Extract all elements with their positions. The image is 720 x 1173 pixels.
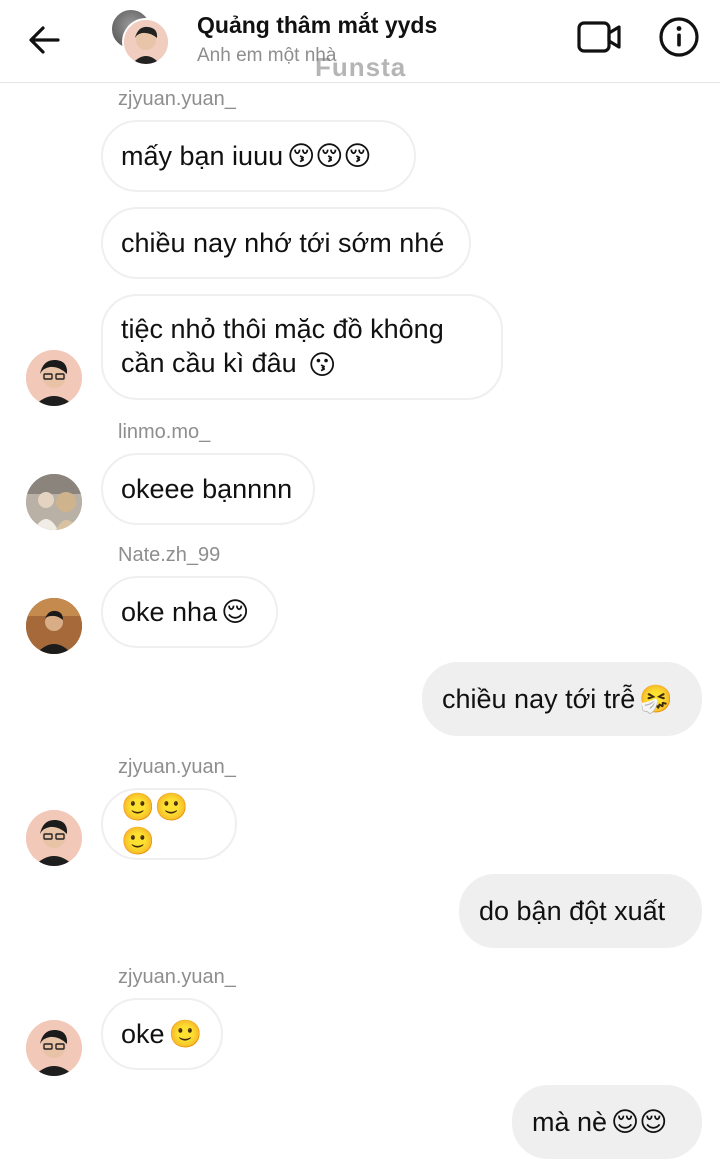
video-call-icon — [577, 21, 621, 53]
info-icon — [659, 17, 699, 57]
slightly-smiling-face-icon: 🙂🙂🙂 — [121, 792, 189, 856]
avatar[interactable] — [26, 350, 82, 406]
message-text: mà nè — [532, 1107, 608, 1137]
incoming-message[interactable]: oke 🙂 — [101, 998, 223, 1070]
chat-header: Quảng thâm mắt yyds Anh em một nhà Funst… — [0, 0, 720, 83]
video-call-button[interactable] — [576, 18, 622, 58]
outgoing-message[interactable]: mà nè 😌😌 — [512, 1085, 702, 1159]
kissing-face-icon: 😚😚😚 — [287, 141, 372, 171]
sender-name: Nate.zh_99 — [118, 544, 221, 566]
outgoing-message[interactable]: do bận đột xuất — [459, 874, 702, 948]
message-text-line-2: cần cầu kì đâu — [121, 348, 297, 379]
group-avatar-front — [122, 18, 170, 66]
message-text-line-1: tiệc nhỏ thôi mặc đồ không — [121, 314, 444, 345]
back-arrow-icon — [29, 26, 60, 54]
avatar[interactable] — [26, 598, 82, 654]
avatar[interactable] — [26, 810, 82, 866]
message-text: chiều nay tới trễ — [442, 684, 636, 714]
incoming-message[interactable]: mấy bạn iuuu 😚😚😚 — [101, 120, 416, 192]
relieved-face-icon: 😌😌 — [611, 1107, 668, 1137]
sender-name: zjyuan.yuan_ — [118, 756, 236, 778]
message-text: chiều nay nhớ tới sớm nhé — [121, 228, 445, 258]
sneezing-face-icon: 🤧 — [639, 684, 673, 714]
back-button[interactable] — [22, 20, 66, 60]
avatar[interactable] — [26, 1020, 82, 1076]
incoming-message[interactable]: chiều nay nhớ tới sớm nhé — [101, 207, 471, 279]
group-avatar[interactable] — [110, 8, 170, 68]
message-text: do bận đột xuất — [479, 896, 666, 926]
watermark: Funsta — [315, 52, 407, 82]
sender-name: zjyuan.yuan_ — [118, 88, 236, 110]
incoming-message[interactable]: okeee bạnnnn — [101, 453, 315, 525]
outgoing-message[interactable]: chiều nay tới trễ 🤧 — [422, 662, 702, 736]
incoming-message[interactable]: 🙂🙂🙂 — [101, 788, 237, 860]
chat-title[interactable]: Quảng thâm mắt yyds — [197, 12, 437, 39]
message-text: oke nha — [121, 597, 218, 627]
slightly-smiling-face-icon: 🙂 — [168, 1019, 203, 1049]
kissing-face-icon: 😗 — [308, 349, 337, 380]
relieved-face-icon: 😌 — [221, 597, 250, 627]
sender-name: linmo.mo_ — [118, 421, 211, 443]
message-text: okeee bạnnnn — [121, 474, 293, 504]
avatar[interactable] — [26, 474, 82, 530]
sender-name: zjyuan.yuan_ — [118, 966, 236, 988]
message-text: mấy bạn iuuu — [121, 141, 284, 171]
info-button[interactable] — [658, 16, 700, 58]
incoming-message[interactable]: tiệc nhỏ thôi mặc đồ không cần cầu kì đâ… — [101, 294, 503, 400]
message-text: oke — [121, 1019, 165, 1049]
incoming-message[interactable]: oke nha 😌 — [101, 576, 278, 648]
